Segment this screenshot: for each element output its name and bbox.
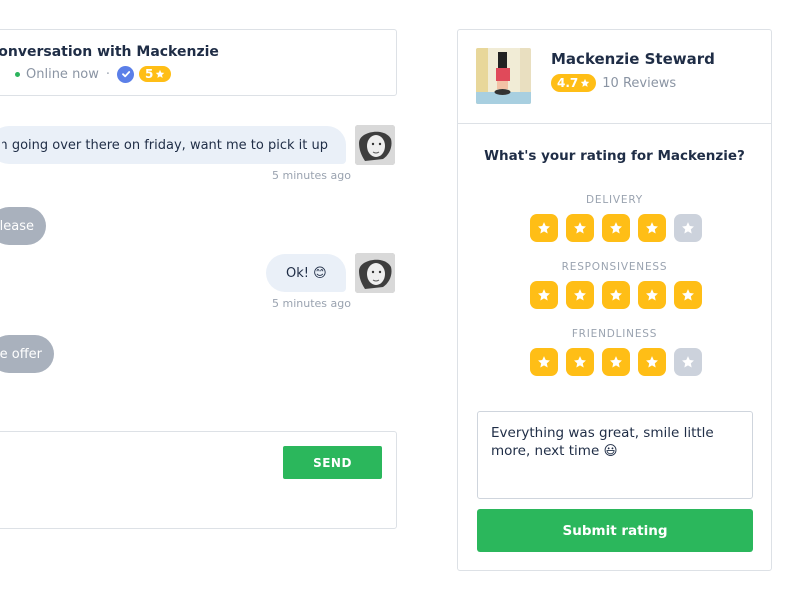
profile-rating-badge: 4.7	[551, 74, 597, 92]
profile-photo	[476, 48, 531, 104]
message-text: Thanks for the offer :)	[0, 346, 42, 362]
seller-rating-value: 5	[145, 67, 154, 81]
message-text: I think I'll buy it. Anyway im going ove…	[2, 137, 328, 153]
message-bubble-incoming: Ok! 😊	[266, 254, 346, 292]
profile-header: Mackenzie Steward 4.7 10 Reviews	[458, 30, 771, 124]
chat-title: Conversation with Mackenzie	[0, 44, 219, 60]
rating-question: What's your rating for Mackenzie?	[484, 148, 745, 164]
star-filled-icon[interactable]	[638, 214, 666, 242]
star-filled-icon[interactable]	[638, 348, 666, 376]
rating-card: Mackenzie Steward 4.7 10 Reviews What's …	[457, 29, 772, 571]
review-textarea[interactable]: Everything was great, smile little more,…	[477, 411, 753, 499]
message-bubble-incoming: I think I'll buy it. Anyway im going ove…	[0, 126, 346, 164]
category-label-delivery: DELIVERY	[586, 194, 643, 206]
avatar	[355, 125, 395, 165]
star-icon	[581, 78, 590, 87]
star-filled-icon[interactable]	[602, 281, 630, 309]
star-filled-icon[interactable]	[530, 214, 558, 242]
star-filled-icon[interactable]	[566, 348, 594, 376]
star-filled-icon[interactable]	[530, 348, 558, 376]
star-filled-icon[interactable]	[530, 281, 558, 309]
profile-reviews-link[interactable]: 10 Reviews	[602, 76, 676, 91]
category-label-friendliness: FRIENDLINESS	[571, 328, 658, 340]
verified-check-icon	[117, 65, 135, 83]
message-timestamp: 5 minutes ago	[272, 297, 351, 310]
message-bubble-outgoing: Thanks for the offer :)	[0, 335, 54, 373]
message-text: Ok! 😊	[286, 265, 327, 281]
star-icon	[156, 69, 165, 78]
separator-dot: ·	[105, 66, 111, 82]
submit-rating-button[interactable]: Submit rating	[477, 509, 753, 552]
star-filled-icon[interactable]	[602, 214, 630, 242]
star-filled-icon[interactable]	[566, 281, 594, 309]
category-label-responsiveness: RESPONSIVENESS	[561, 261, 668, 273]
star-filled-icon[interactable]	[674, 281, 702, 309]
message-bubble-outgoing: Yes, please.	[0, 207, 46, 245]
seller-rating-badge: 5	[139, 66, 172, 82]
star-rating-responsiveness[interactable]	[530, 281, 702, 309]
message-text: Yes, please.	[0, 218, 34, 234]
send-button[interactable]: SEND	[283, 446, 382, 479]
star-filled-icon[interactable]	[566, 214, 594, 242]
message-timestamp: 5 minutes ago	[272, 169, 351, 182]
star-rating-delivery[interactable]	[530, 214, 702, 242]
star-empty-icon[interactable]	[674, 348, 702, 376]
star-empty-icon[interactable]	[674, 214, 702, 242]
star-filled-icon[interactable]	[602, 348, 630, 376]
star-filled-icon[interactable]	[638, 281, 666, 309]
chat-status-row: Online now · 5	[15, 65, 172, 83]
avatar	[355, 253, 395, 293]
chat-header: Conversation with Mackenzie Online now ·…	[0, 29, 397, 96]
profile-rating-value: 4.7	[557, 76, 579, 90]
profile-name: Mackenzie Steward	[551, 50, 715, 68]
online-status: Online now	[26, 66, 99, 82]
profile-rating-row: 4.7 10 Reviews	[551, 74, 676, 92]
online-indicator-icon	[15, 71, 20, 77]
star-rating-friendliness[interactable]	[530, 348, 702, 376]
